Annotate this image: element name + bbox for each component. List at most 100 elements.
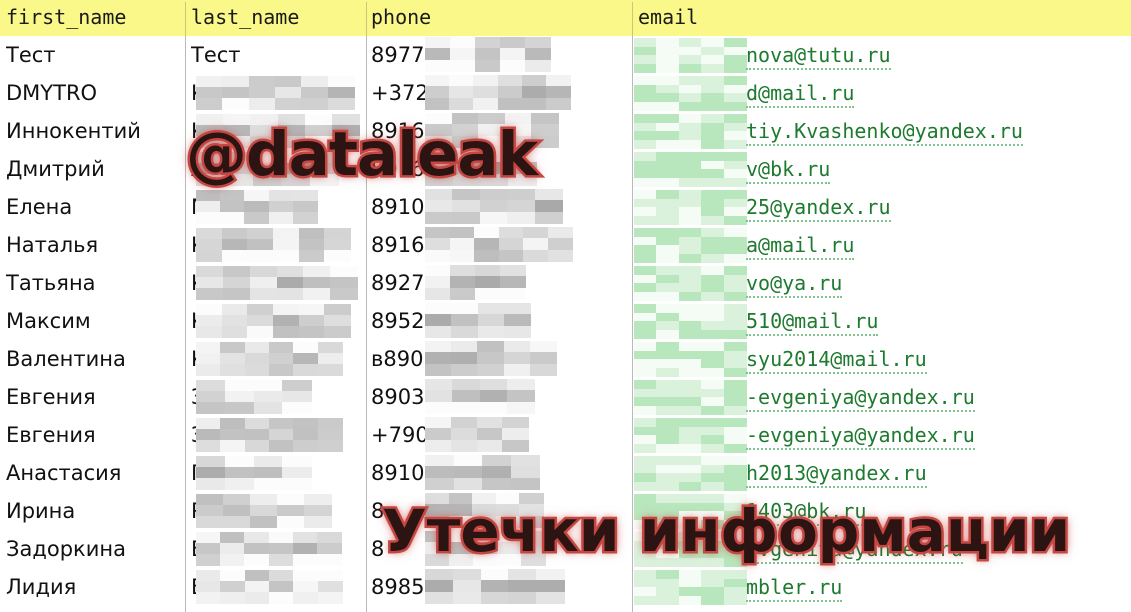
table-row[interactable]: Тест Тест 8977 nova@tutu.ru (0, 36, 1131, 74)
cell-first-name[interactable]: Валентина (6, 340, 182, 378)
table-row[interactable]: Ирина Р 8 1403@bk.ru (0, 492, 1131, 530)
cell-phone[interactable]: +372 (371, 74, 629, 112)
cell-last-name[interactable]: Тест (191, 36, 363, 74)
email-link[interactable]: -evgeniya@yandex.ru (746, 423, 975, 450)
email-link[interactable]: d@mail.ru (746, 81, 855, 108)
cell-email[interactable]: -evgeniya@yandex.ru (746, 378, 1129, 416)
cell-phone[interactable]: в8903 (371, 340, 629, 378)
cell-last-name[interactable]: М (191, 188, 363, 226)
email-link[interactable]: 25@yandex.ru (746, 195, 891, 222)
cell-email[interactable]: h2013@yandex.ru (746, 454, 1129, 492)
cell-email[interactable]: vo@ya.ru (746, 264, 1129, 302)
cell-phone[interactable]: 8985 (371, 568, 629, 606)
email-link[interactable]: h2013@yandex.ru (746, 461, 927, 488)
cell-email[interactable]: d@mail.ru (746, 74, 1129, 112)
cell-last-name[interactable]: К (191, 264, 363, 302)
cell-first-name[interactable]: Иннокентий (6, 112, 182, 150)
table-row[interactable]: Задоркина В 8 evgeniya@yandex.ru (0, 530, 1131, 568)
cell-last-name[interactable]: К (191, 74, 363, 112)
column-divider-1 (185, 36, 186, 612)
email-link[interactable]: a@mail.ru (746, 233, 855, 260)
data-table: first_name last_name phone email Тест Тес… (0, 0, 1131, 612)
cell-email[interactable]: 25@yandex.ru (746, 188, 1129, 226)
header-separator-2 (366, 2, 367, 36)
cell-last-name[interactable]: Г (191, 454, 363, 492)
email-link[interactable]: vo@ya.ru (746, 271, 843, 298)
cell-phone[interactable]: 8916 (371, 150, 629, 188)
cell-first-name[interactable]: Тест (6, 36, 182, 74)
cell-first-name[interactable]: DMYTRO (6, 74, 182, 112)
email-link[interactable]: 510@mail.ru (746, 309, 879, 336)
cell-last-name[interactable]: В (191, 568, 363, 606)
table-row[interactable]: Наталья К 8916 a@mail.ru (0, 226, 1131, 264)
cell-email[interactable]: mbler.ru (746, 568, 1129, 606)
table-row[interactable]: Евгения З 8903 -evgeniya@yandex.ru (0, 378, 1131, 416)
table-row[interactable]: Дмитрий А 8916 v@bk.ru (0, 150, 1131, 188)
table-row[interactable]: Татьяна К 8927 vo@ya.ru (0, 264, 1131, 302)
table-row[interactable]: Елена М 8910 25@yandex.ru (0, 188, 1131, 226)
cell-first-name[interactable]: Дмитрий (6, 150, 182, 188)
cell-phone[interactable]: 8910 (371, 454, 629, 492)
cell-phone[interactable]: 8977 (371, 36, 629, 74)
cell-email[interactable]: 510@mail.ru (746, 302, 1129, 340)
email-link[interactable]: -evgeniya@yandex.ru (746, 385, 975, 412)
cell-last-name[interactable]: К (191, 340, 363, 378)
column-header-phone[interactable]: phone (371, 0, 431, 36)
column-divider-3 (632, 36, 633, 612)
cell-phone[interactable]: 8910 (371, 188, 629, 226)
table-row[interactable]: Евгения З +790 -evgeniya@yandex.ru (0, 416, 1131, 454)
cell-phone[interactable]: 8903 (371, 378, 629, 416)
cell-first-name[interactable]: Максим (6, 302, 182, 340)
email-link[interactable]: evgeniya@yandex.ru (746, 537, 963, 564)
cell-email[interactable]: evgeniya@yandex.ru (746, 530, 1129, 568)
table-row[interactable]: Максим К 8952 510@mail.ru (0, 302, 1131, 340)
column-divider-2 (366, 36, 367, 612)
cell-phone[interactable]: 8 (371, 492, 629, 530)
cell-email[interactable]: 1403@bk.ru (746, 492, 1129, 530)
cell-last-name[interactable]: А (191, 150, 363, 188)
cell-last-name[interactable]: К (191, 112, 363, 150)
cell-first-name[interactable]: Задоркина (6, 530, 182, 568)
cell-last-name[interactable]: К (191, 302, 363, 340)
cell-phone[interactable]: 8927 (371, 264, 629, 302)
cell-first-name[interactable]: Евгения (6, 416, 182, 454)
table-row[interactable]: Лидия В 8985 mbler.ru (0, 568, 1131, 606)
cell-email[interactable]: tiy.Kvashenko@yandex.ru (746, 112, 1129, 150)
email-link[interactable]: 1403@bk.ru (746, 499, 867, 526)
column-header-email[interactable]: email (638, 0, 698, 36)
cell-phone[interactable]: +790 (371, 416, 629, 454)
table-row[interactable]: DMYTRO К +372 d@mail.ru (0, 74, 1131, 112)
cell-last-name[interactable]: Р (191, 492, 363, 530)
cell-email[interactable]: nova@tutu.ru (746, 36, 1129, 74)
column-header-first-name[interactable]: first_name (6, 0, 126, 36)
cell-phone[interactable]: 8916 (371, 226, 629, 264)
email-link[interactable]: syu2014@mail.ru (746, 347, 927, 374)
column-header-last-name[interactable]: last_name (191, 0, 299, 36)
cell-last-name[interactable]: К (191, 226, 363, 264)
cell-first-name[interactable]: Лидия (6, 568, 182, 606)
cell-phone[interactable]: 8916 (371, 112, 629, 150)
table-row[interactable]: Иннокентий К 8916 tiy.Kvashenko@yandex.ru (0, 112, 1131, 150)
cell-first-name[interactable]: Елена (6, 188, 182, 226)
cell-phone[interactable]: 8 (371, 530, 629, 568)
cell-first-name[interactable]: Евгения (6, 378, 182, 416)
cell-last-name[interactable]: З (191, 378, 363, 416)
cell-first-name[interactable]: Ирина (6, 492, 182, 530)
email-link[interactable]: nova@tutu.ru (746, 43, 891, 70)
cell-email[interactable]: a@mail.ru (746, 226, 1129, 264)
email-link[interactable]: v@bk.ru (746, 157, 831, 184)
cell-first-name[interactable]: Наталья (6, 226, 182, 264)
cell-last-name[interactable]: В (191, 530, 363, 568)
table-row[interactable]: Валентина Кв8903 syu2014@mail.ru (0, 340, 1131, 378)
table-row[interactable]: Анастасия Г 8910 h2013@yandex.ru (0, 454, 1131, 492)
cell-email[interactable]: syu2014@mail.ru (746, 340, 1129, 378)
email-link[interactable]: tiy.Kvashenko@yandex.ru (746, 119, 1023, 146)
cell-email[interactable]: v@bk.ru (746, 150, 1129, 188)
cell-last-name[interactable]: З (191, 416, 363, 454)
cell-first-name[interactable]: Татьяна (6, 264, 182, 302)
email-link[interactable]: mbler.ru (746, 575, 843, 602)
table-header-row: first_name last_name phone email (0, 0, 1131, 36)
cell-phone[interactable]: 8952 (371, 302, 629, 340)
cell-email[interactable]: -evgeniya@yandex.ru (746, 416, 1129, 454)
cell-first-name[interactable]: Анастасия (6, 454, 182, 492)
